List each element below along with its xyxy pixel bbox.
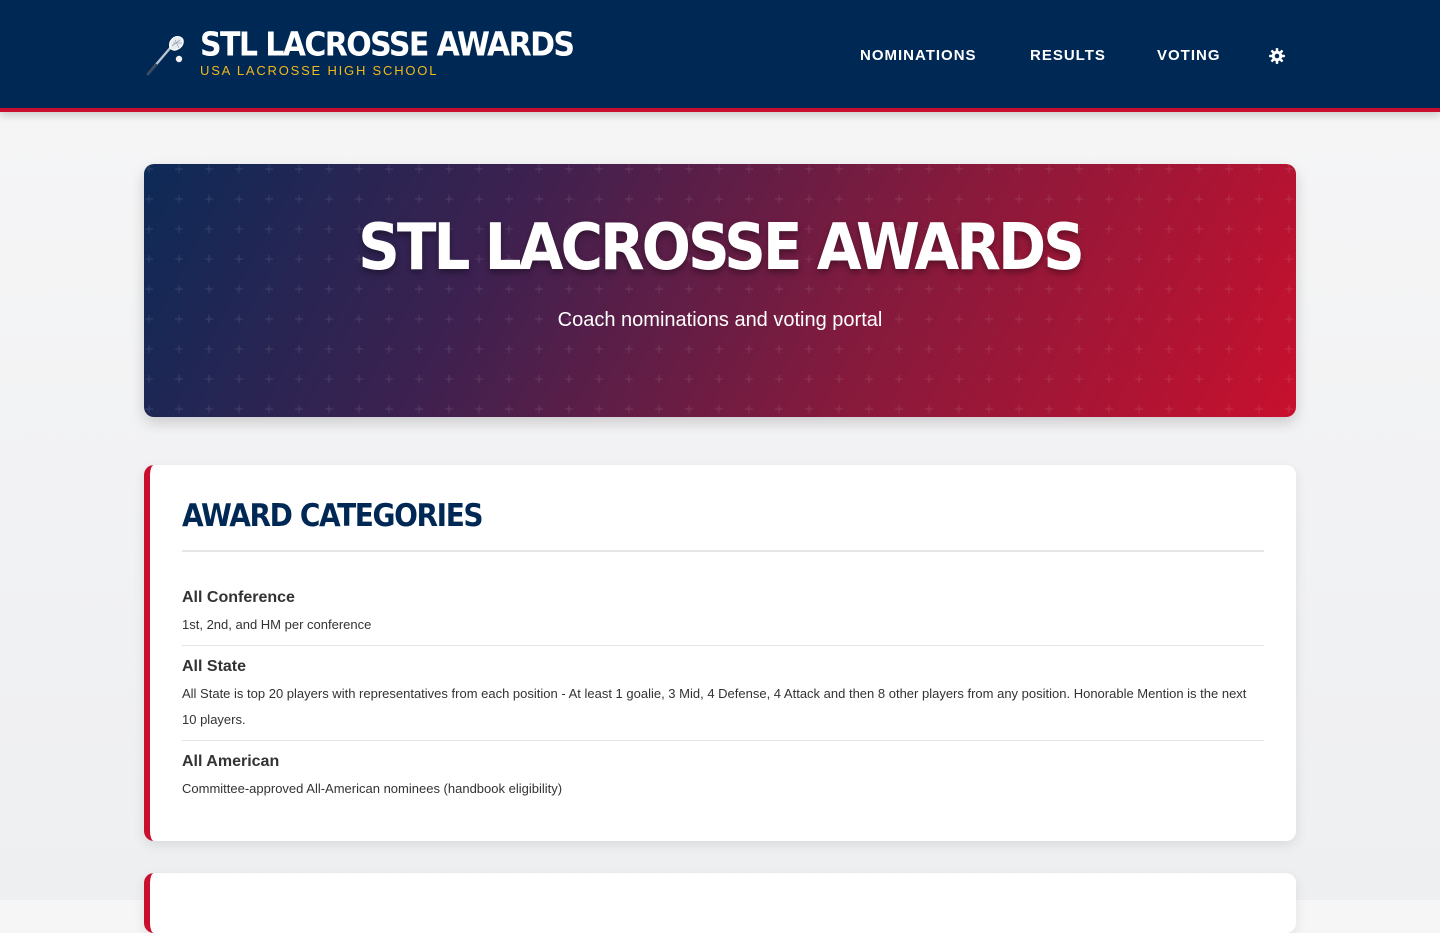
award-divider	[182, 740, 1264, 741]
award-item-all-american: All American Committee-approved All-Amer…	[182, 752, 1264, 802]
nav-link-results[interactable]: RESULTS	[1030, 46, 1106, 66]
award-divider	[182, 645, 1264, 646]
award-categories-card: AWARD CATEGORIES All Conference 1st, 2nd…	[144, 465, 1296, 841]
award-item-all-conference: All Conference 1st, 2nd, and HM per conf…	[182, 588, 1264, 638]
award-name: All American	[182, 753, 280, 770]
next-section-card	[144, 873, 1296, 933]
award-description: Committee-approved All-American nominees…	[182, 781, 563, 796]
nav-link-voting[interactable]: VOTING	[1157, 46, 1221, 66]
award-item-all-state: All State All State is top 20 players wi…	[182, 657, 1264, 733]
award-name: All State	[182, 658, 247, 675]
hero-banner: STL LACROSSE AWARDS Coach nominations an…	[144, 164, 1296, 417]
top-navbar: STL LACROSSE AWARDS USA LACROSSE HIGH SC…	[0, 0, 1440, 112]
title-divider	[182, 550, 1264, 552]
gear-icon[interactable]	[1268, 47, 1286, 65]
award-categories-title: AWARD CATEGORIES	[182, 497, 484, 534]
hero-subtitle: Coach nominations and voting portal	[557, 309, 883, 331]
nav-link-nominations[interactable]: NOMINATIONS	[860, 46, 977, 66]
award-description: All State is top 20 players with represe…	[182, 686, 1247, 727]
hero-title: STL LACROSSE AWARDS	[358, 209, 1085, 285]
hero-background-pattern	[144, 164, 1296, 417]
award-name: All Conference	[182, 589, 295, 606]
main-nav: NOMINATIONS RESULTS VOTING	[0, 46, 1440, 68]
award-description: 1st, 2nd, and HM per conference	[182, 617, 372, 632]
